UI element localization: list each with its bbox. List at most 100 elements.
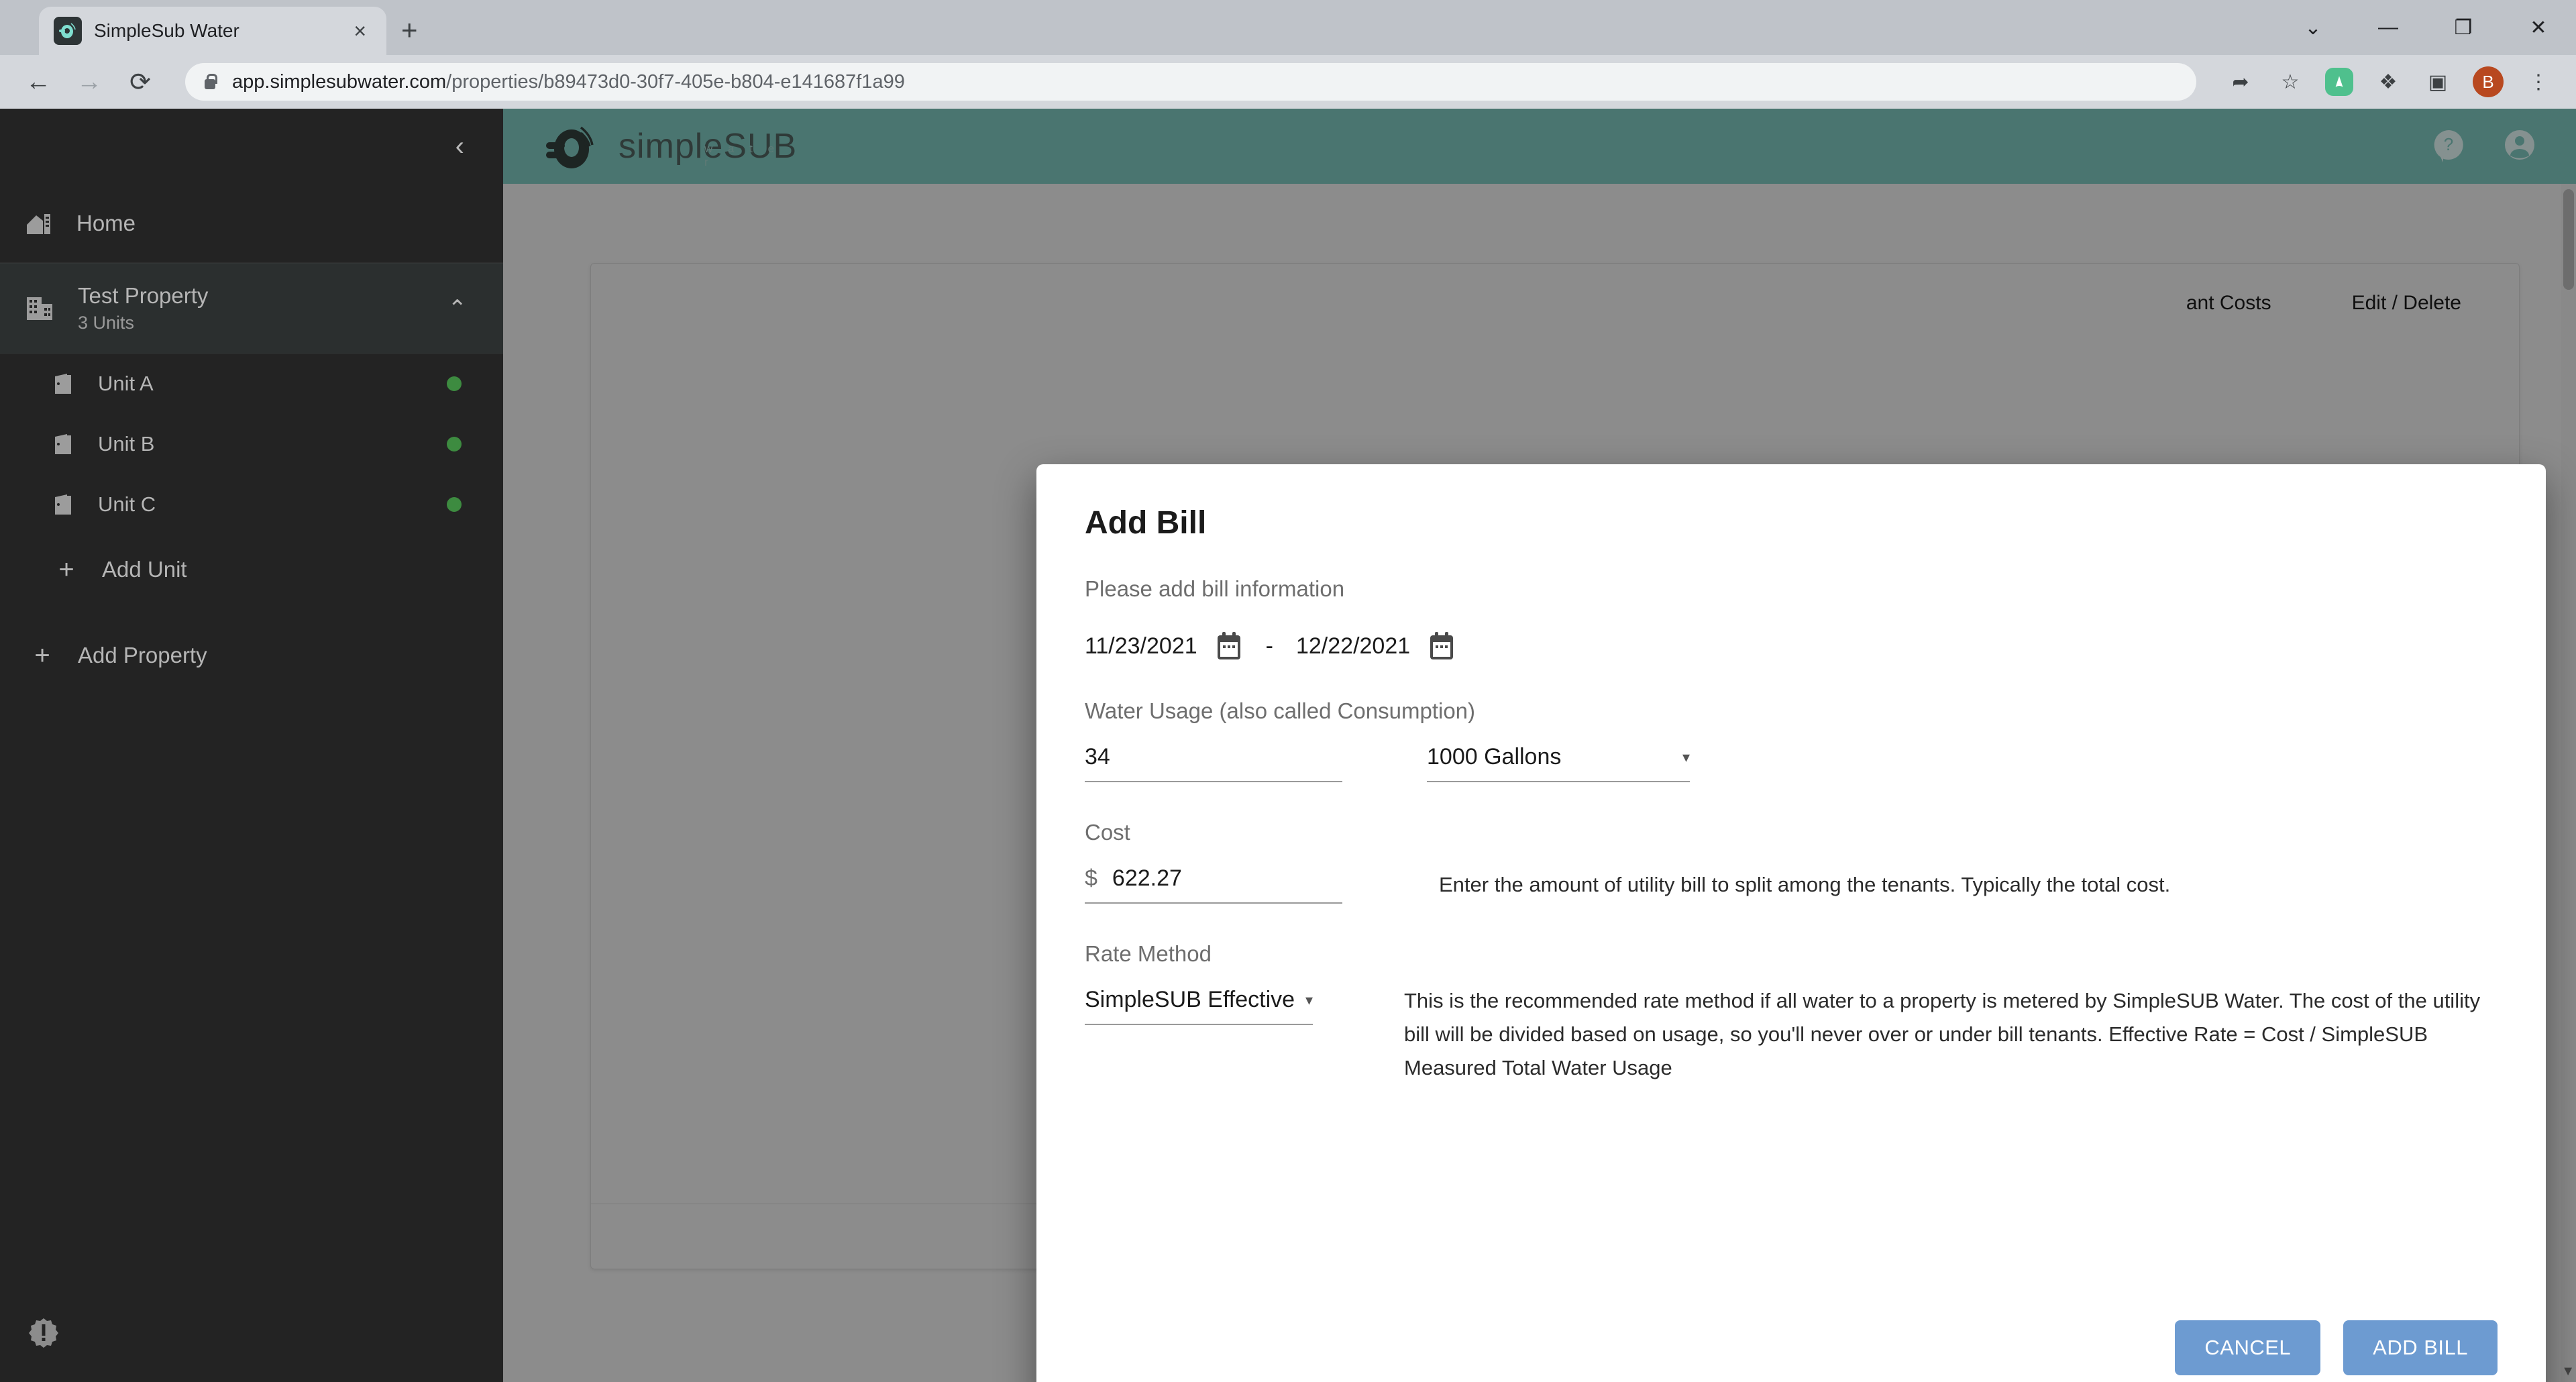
browser-toolbar: ← → ⟳ app.simplesubwater.com/properties/… xyxy=(0,55,2576,109)
help-icon[interactable]: ? xyxy=(2431,127,2466,166)
close-tab-icon[interactable]: × xyxy=(348,20,372,42)
water-usage-label: Water Usage (also called Consumption) xyxy=(1085,698,1476,723)
usage-unit-select[interactable]: 1000 Gallons ▾ xyxy=(1427,744,1690,782)
window-controls: ⌄ — ❐ ✕ xyxy=(2275,0,2576,55)
sidebar-unit-list: Unit A Unit B Unit C xyxy=(0,354,503,535)
close-window-button[interactable]: ✕ xyxy=(2501,0,2576,55)
sidebar-item-property[interactable]: Test Property 3 Units ⌃ xyxy=(0,263,503,354)
side-panel-icon[interactable]: ▣ xyxy=(2423,70,2453,94)
logo-text: simpleSUB w a t e r xyxy=(619,126,797,168)
bill-period-row: 11/23/2021 - 12/22/2021 xyxy=(1085,631,2498,661)
maximize-button[interactable]: ❐ xyxy=(2426,0,2501,55)
extension-icon[interactable] xyxy=(2325,68,2353,96)
browser-tab[interactable]: SimpleSub Water × xyxy=(39,7,386,55)
app-header: simpleSUB w a t e r ? xyxy=(503,109,2576,184)
reload-icon[interactable]: ⟳ xyxy=(125,67,156,97)
calendar-icon[interactable] xyxy=(1428,631,1456,661)
plus-icon: + xyxy=(34,641,50,670)
date-separator: - xyxy=(1265,633,1273,659)
url-path: /properties/b89473d0-30f7-405e-b804-e141… xyxy=(446,70,905,93)
chrome-menu-icon[interactable]: ⋮ xyxy=(2524,70,2553,94)
rate-method-section: Rate Method SimpleSUB Effective ▾ This i… xyxy=(1085,941,2498,1085)
logo-tagline: w a t e r xyxy=(704,142,781,168)
bookmark-star-icon[interactable]: ☆ xyxy=(2275,70,2305,94)
rate-method-value: SimpleSUB Effective xyxy=(1085,987,1295,1012)
dialog-subtitle: Please add bill information xyxy=(1085,576,1345,601)
building-icon xyxy=(25,296,54,321)
cost-value: 622.27 xyxy=(1112,865,1182,891)
dialog-actions: CANCEL ADD BILL xyxy=(1085,1320,2498,1382)
home-icon xyxy=(25,211,52,235)
meter-logo-icon xyxy=(546,126,594,168)
app-shell: ‹ Home Test Property 3 Units ⌃ Unit A Un… xyxy=(0,109,2576,1382)
account-icon[interactable] xyxy=(2502,127,2537,166)
release-notes-button[interactable] xyxy=(28,1317,59,1351)
rate-method-label: Rate Method xyxy=(1085,941,1212,966)
page-body: ant Costs Edit / Delete e: 5 ▾ 0–0 of 0 … xyxy=(503,184,2576,1382)
sidebar-item-unit-c[interactable]: Unit C xyxy=(0,474,503,535)
rate-method-select[interactable]: SimpleSUB Effective ▾ xyxy=(1085,987,1313,1025)
currency-symbol: $ xyxy=(1085,865,1097,891)
sidebar-unit-label: Unit C xyxy=(98,492,156,516)
main-region: simpleSUB w a t e r ? ant Costs Edit / De… xyxy=(503,109,2576,1382)
tab-search-icon[interactable]: ⌄ xyxy=(2275,0,2351,55)
add-bill-button[interactable]: ADD BILL xyxy=(2343,1320,2498,1375)
sidebar-home-label: Home xyxy=(76,210,136,235)
start-date-value[interactable]: 11/23/2021 xyxy=(1085,633,1197,659)
sidebar-add-unit-button[interactable]: + Add Unit xyxy=(0,535,503,604)
new-tab-button[interactable]: + xyxy=(401,16,418,55)
favicon-simplesub xyxy=(54,17,82,45)
cost-label: Cost xyxy=(1085,820,1130,845)
rate-method-helper-text: This is the recommended rate method if a… xyxy=(1404,989,2481,1080)
sidebar-unit-label: Unit A xyxy=(98,372,154,395)
url-host: app.simplesubwater.com xyxy=(232,70,447,93)
sidebar-item-unit-a[interactable]: Unit A xyxy=(0,354,503,414)
dialog-title: Add Bill xyxy=(1085,505,1207,541)
forward-icon[interactable]: → xyxy=(74,68,105,97)
usage-amount-input[interactable]: 34 xyxy=(1085,744,1342,782)
sidebar-property-units: 3 Units xyxy=(78,313,135,333)
browser-tab-strip: SimpleSub Water × + ⌄ — ❐ ✕ xyxy=(0,0,2576,55)
chevron-left-icon: ‹ xyxy=(455,131,464,161)
minimize-button[interactable]: — xyxy=(2351,0,2426,55)
app-logo: simpleSUB w a t e r xyxy=(542,122,797,170)
usage-unit-value: 1000 Gallons xyxy=(1427,744,1562,769)
tab-title: SimpleSub Water xyxy=(94,20,239,41)
chevron-down-icon: ▾ xyxy=(1305,991,1313,1008)
sidebar-add-unit-label: Add Unit xyxy=(102,557,187,582)
chevron-up-icon[interactable]: ⌃ xyxy=(448,295,504,322)
status-dot xyxy=(447,376,462,391)
back-icon[interactable]: ← xyxy=(23,68,54,97)
plus-icon: + xyxy=(58,555,74,584)
sidebar-item-home[interactable]: Home xyxy=(0,184,503,263)
cancel-button[interactable]: CANCEL xyxy=(2175,1320,2321,1375)
door-icon xyxy=(52,372,75,395)
extensions-puzzle-icon[interactable]: ❖ xyxy=(2373,70,2403,94)
add-bill-dialog: Add Bill Please add bill information 11/… xyxy=(1036,464,2546,1382)
address-bar[interactable]: app.simplesubwater.com/properties/b89473… xyxy=(185,63,2196,101)
chevron-down-icon: ▾ xyxy=(1682,748,1690,765)
cost-input[interactable]: $ 622.27 xyxy=(1085,865,1342,904)
end-date-value[interactable]: 12/22/2021 xyxy=(1296,633,1410,659)
sidebar-unit-label: Unit B xyxy=(98,432,155,456)
new-releases-icon xyxy=(29,1318,58,1348)
url-text: app.simplesubwater.com/properties/b89473… xyxy=(232,71,905,93)
water-usage-section: Water Usage (also called Consumption) 34… xyxy=(1085,698,2498,782)
profile-avatar[interactable]: B xyxy=(2473,66,2504,97)
cost-row: $ 622.27 Enter the amount of utility bil… xyxy=(1085,845,2498,904)
sidebar-property-text: Test Property 3 Units xyxy=(78,283,424,333)
calendar-icon[interactable] xyxy=(1215,631,1243,661)
sidebar: ‹ Home Test Property 3 Units ⌃ Unit A Un… xyxy=(0,109,503,1382)
status-dot xyxy=(447,437,462,451)
door-icon xyxy=(52,433,75,456)
sidebar-collapse-button[interactable]: ‹ xyxy=(0,109,503,184)
cost-section: Cost $ 622.27 Enter the amount of utilit… xyxy=(1085,820,2498,904)
svg-text:?: ? xyxy=(2444,134,2453,154)
share-icon[interactable]: ➦ xyxy=(2226,70,2255,94)
sidebar-item-unit-b[interactable]: Unit B xyxy=(0,414,503,474)
usage-amount-value: 34 xyxy=(1085,744,1110,769)
status-dot xyxy=(447,497,462,512)
sidebar-add-property-button[interactable]: + Add Property xyxy=(0,621,503,690)
sidebar-property-name: Test Property xyxy=(78,283,209,308)
cost-helper-text: Enter the amount of utility bill to spli… xyxy=(1439,873,2171,896)
